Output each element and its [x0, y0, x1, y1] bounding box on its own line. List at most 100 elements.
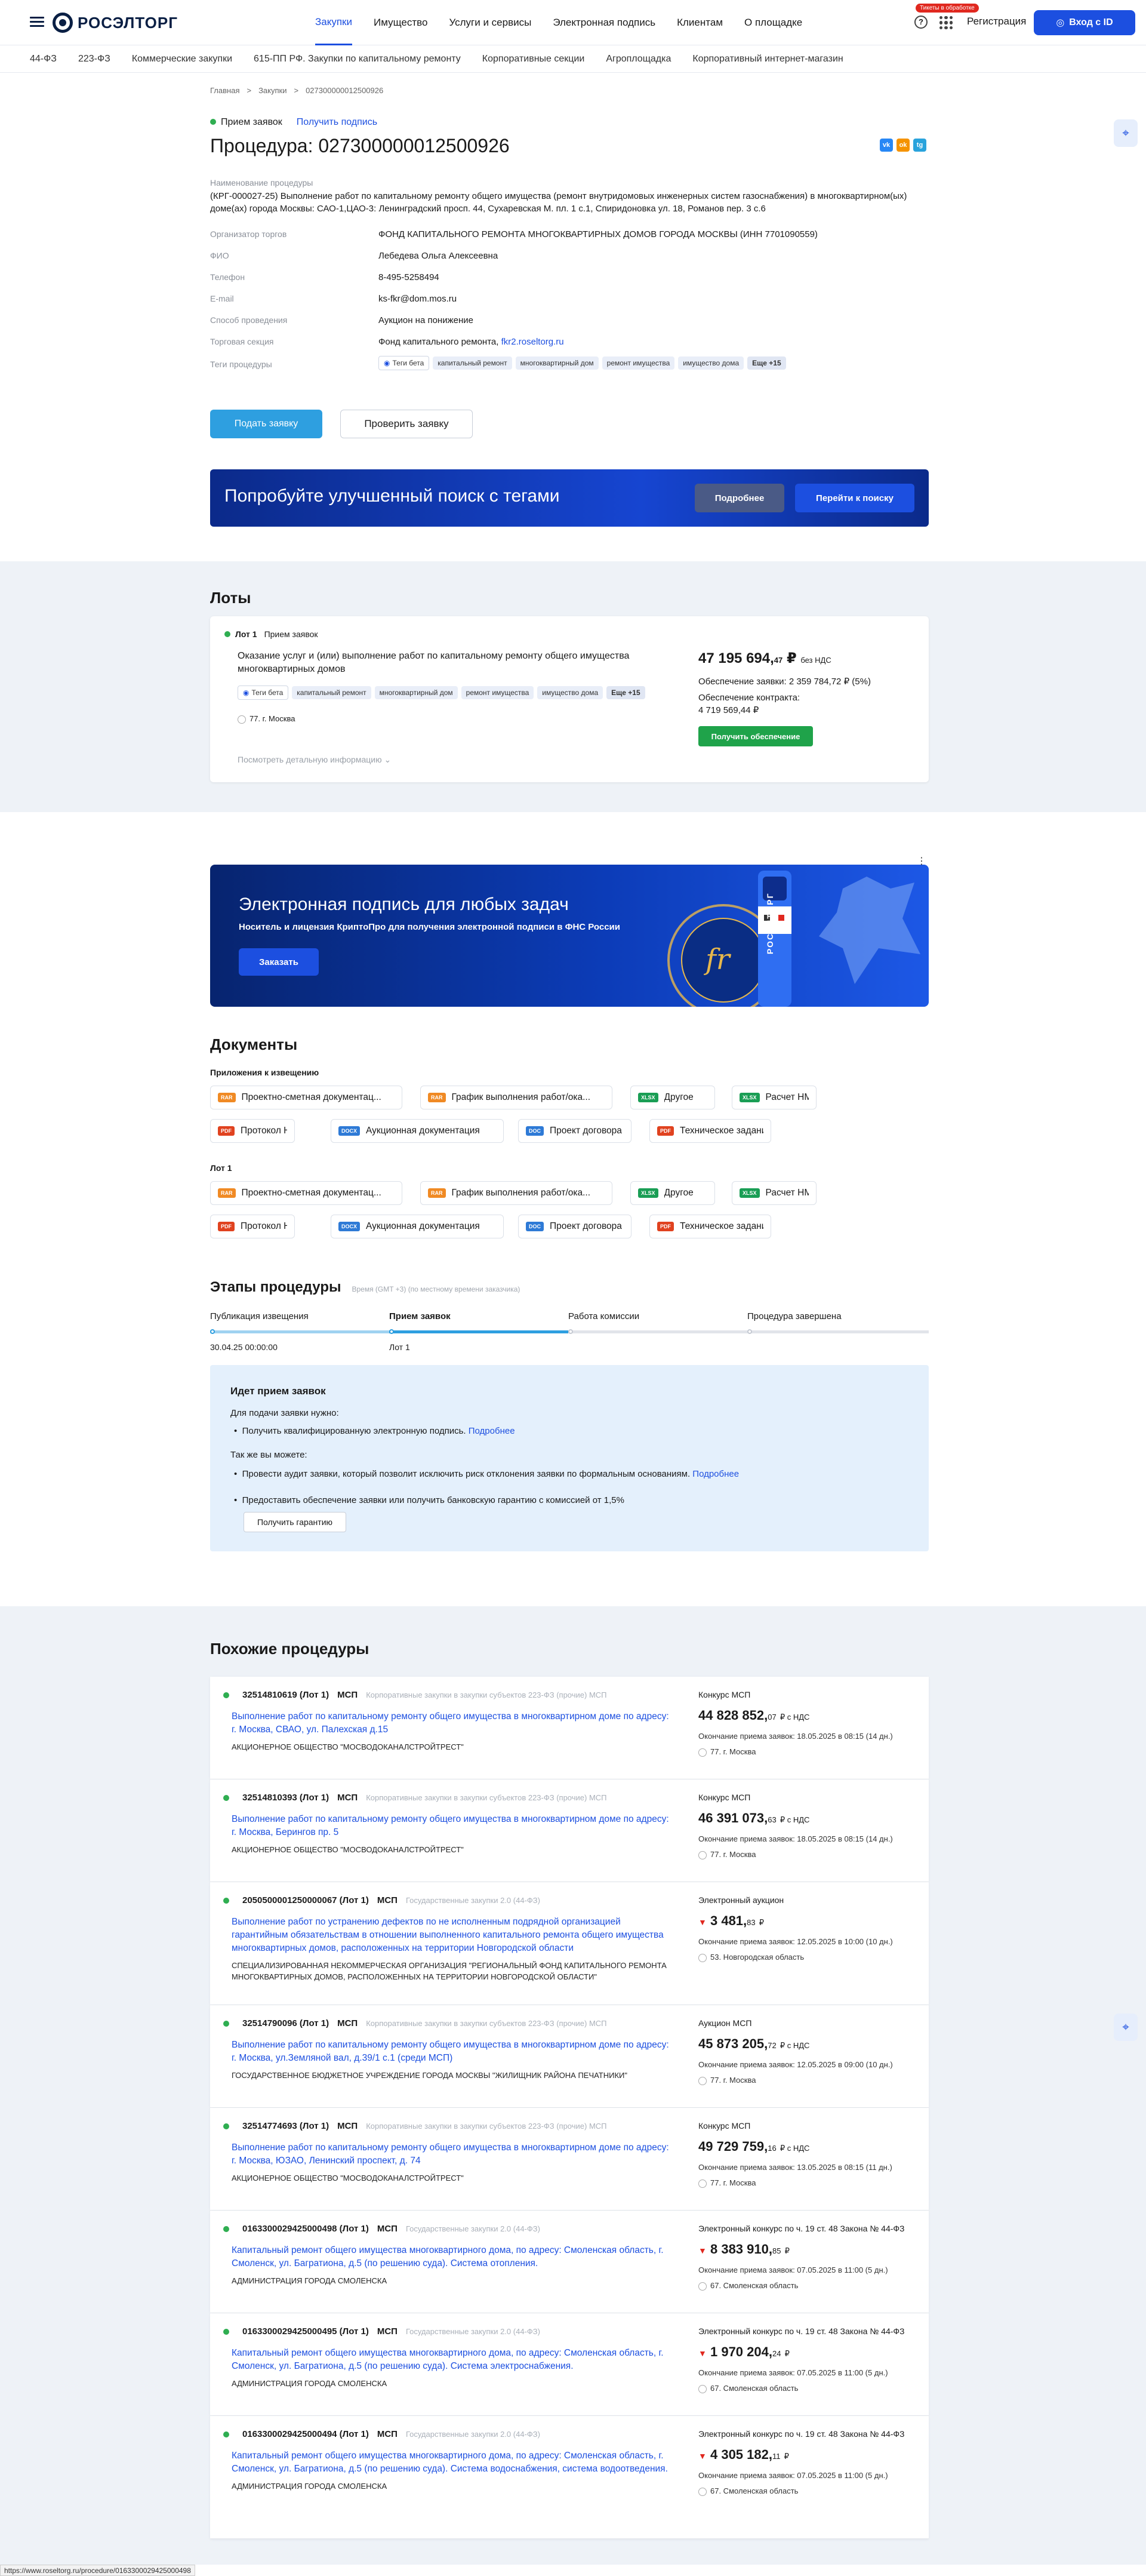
subnav-agro[interactable]: Агроплощадка [606, 54, 671, 64]
document-item[interactable]: DOC Проект договора [518, 1119, 631, 1143]
document-item[interactable]: XLSX Другое [630, 1086, 715, 1109]
crumb-purchases[interactable]: Закупки [258, 86, 286, 95]
document-item[interactable]: PDF Техническое задание [649, 1119, 771, 1143]
crumb-home[interactable]: Главная [210, 86, 239, 95]
procedure-id[interactable]: 0163300029425000494 (Лот 1) [242, 2429, 369, 2439]
procedure-link[interactable]: Капитальный ремонт общего имущества мног… [232, 2449, 673, 2476]
procedure-id[interactable]: 0163300029425000498 (Лот 1) [242, 2224, 369, 2234]
pin-icon [698, 2487, 707, 2496]
tag-item[interactable]: многоквартирный дом [374, 686, 458, 699]
more-options-icon[interactable]: ⋮ [917, 855, 926, 867]
nav-about[interactable]: О площадке [744, 0, 802, 45]
beta-tag[interactable]: ◉ Теги бета [238, 686, 289, 700]
nav-esign[interactable]: Электронная подпись [553, 0, 655, 45]
get-guarantee-button[interactable]: Получить гарантию [244, 1512, 346, 1532]
procedure-id[interactable]: 32514790096 (Лот 1) [242, 2018, 329, 2028]
promo-more-button[interactable]: Подробнее [695, 484, 784, 512]
fio-label: ФИО [210, 251, 229, 260]
organizer: АКЦИОНЕРНОЕ ОБЩЕСТВО "МОСВОДОКАНАЛСТРОЙТ… [232, 1742, 464, 1751]
tag-item[interactable]: капитальный ремонт [292, 686, 371, 699]
nav-clients[interactable]: Клиентам [677, 0, 723, 45]
procedure-link[interactable]: Выполнение работ по устранению дефектов … [232, 1916, 673, 1955]
stage-lot: Лот 1 [389, 1342, 410, 1352]
procedure-price: 49 729 759,16 ₽ с НДС [698, 2139, 810, 2154]
nav-property[interactable]: Имущество [374, 0, 427, 45]
document-name: Проект договора [550, 1221, 622, 1231]
card-head: 0163300029425000495 (Лот 1) МСП Государств… [223, 2326, 540, 2337]
procedure-link[interactable]: Выполнение работ по капитальному ремонту… [232, 2039, 673, 2065]
procedure-link[interactable]: Выполнение работ по капитальному ремонту… [232, 1813, 673, 1839]
subnav-corporate[interactable]: Корпоративные секции [482, 54, 585, 64]
document-item[interactable]: DOCX Аукционная документация [331, 1215, 504, 1238]
nav-purchases[interactable]: Закупки [315, 0, 352, 45]
tag-item[interactable]: ремонт имущества [461, 686, 534, 699]
submit-application-button[interactable]: Подать заявку [210, 410, 322, 438]
procedure-price: 46 391 073,63 ₽ с НДС [698, 1810, 810, 1825]
subnav-shop[interactable]: Корпоративный интернет-магазин [692, 54, 843, 64]
check-application-button[interactable]: Проверить заявку [340, 410, 473, 438]
file-type-badge: DOCX [338, 1222, 361, 1231]
tags-more[interactable]: Еще +15 [606, 686, 645, 699]
info-more-link[interactable]: Подробнее [692, 1469, 739, 1479]
procedure-link[interactable]: Капитальный ремонт общего имущества мног… [232, 2347, 673, 2373]
beta-tag[interactable]: ◉ Теги бета [378, 356, 430, 370]
help-icon[interactable]: ? [914, 16, 928, 29]
esign-banner: Электронная подпись для любых задач Носи… [210, 865, 929, 1007]
tags-more[interactable]: Еще +15 [747, 356, 786, 370]
procedure-tags: ◉ Теги бета капитальный ремонт многокварт… [378, 356, 786, 370]
tag-item[interactable]: ремонт имущества [602, 356, 675, 370]
menu-icon[interactable] [30, 17, 44, 27]
document-item[interactable]: DOCX Аукционная документация [331, 1119, 504, 1143]
subnav-44fz[interactable]: 44-ФЗ [30, 54, 57, 64]
procedure-id[interactable]: 32514774693 (Лот 1) [242, 2121, 329, 2131]
section-link[interactable]: fkr2.roseltorg.ru [501, 337, 564, 347]
stage-publication: Публикация извещения [210, 1311, 309, 1321]
document-item[interactable]: PDF Протокол НМЦ [210, 1119, 295, 1143]
procedure-id[interactable]: 0163300029425000495 (Лот 1) [242, 2326, 369, 2337]
location-side-icon[interactable]: ⌖ [1114, 2014, 1138, 2041]
procedure-link[interactable]: Выполнение работ по капитальному ремонту… [232, 2141, 673, 2168]
subnav-223fz[interactable]: 223-ФЗ [78, 54, 110, 64]
document-item[interactable]: PDF Протокол НМЦ [210, 1215, 295, 1238]
location-side-icon[interactable]: ⌖ [1114, 119, 1138, 147]
lot-details-link[interactable]: Посмотреть детальную информацию ⌄ [238, 755, 391, 765]
contract-security-value: 4 719 569,44 ₽ [698, 705, 759, 715]
get-security-button[interactable]: Получить обеспечение [698, 726, 813, 746]
document-item[interactable]: PDF Техническое задание [649, 1215, 771, 1238]
ok-icon[interactable]: ok [897, 139, 910, 152]
procedure-id[interactable]: 32514810393 (Лот 1) [242, 1793, 329, 1803]
register-link[interactable]: Регистрация [967, 16, 1026, 27]
procedure-id[interactable]: 32514810619 (Лот 1) [242, 1690, 329, 1700]
tag-item[interactable]: капитальный ремонт [433, 356, 512, 370]
tag-item[interactable]: имущество дома [537, 686, 603, 699]
logo[interactable]: РОСЭЛТОРГ [53, 12, 178, 33]
document-item[interactable]: RAR Проектно-сметная документац... [210, 1181, 402, 1205]
promo-go-button[interactable]: Перейти к поиску [795, 484, 914, 512]
order-esign-button[interactable]: Заказать [239, 948, 319, 976]
pin-icon [698, 2384, 707, 2393]
region: 53. Новгородская область [698, 1953, 804, 1962]
procedure-link[interactable]: Выполнение работ по капитальному ремонту… [232, 1710, 673, 1736]
document-item[interactable]: XLSX Расчет НМЦ [732, 1181, 817, 1205]
procedure-link[interactable]: Капитальный ремонт общего имущества мног… [232, 2244, 673, 2270]
nav-services[interactable]: Услуги и сервисы [449, 0, 531, 45]
subnav-commercial[interactable]: Коммерческие закупки [132, 54, 232, 64]
tag-item[interactable]: имущество дома [678, 356, 744, 370]
document-item[interactable]: RAR График выполнения работ/ока... [420, 1181, 612, 1205]
tag-item[interactable]: многоквартирный дом [515, 356, 599, 370]
document-item[interactable]: RAR Проектно-сметная документац... [210, 1086, 402, 1109]
apps-grid-icon[interactable] [939, 16, 953, 29]
document-item[interactable]: XLSX Другое [630, 1181, 715, 1205]
vk-icon[interactable]: vk [880, 139, 893, 152]
procedure-id[interactable]: 2050500001250000067 (Лот 1) [242, 1895, 369, 1905]
subnav-615pp[interactable]: 615-ПП РФ. Закупки по капитальному ремон… [254, 54, 461, 64]
tag-icon: ◉ [243, 688, 249, 697]
info-more-link[interactable]: Подробнее [469, 1426, 515, 1436]
get-signature-link[interactable]: Получить подпись [297, 117, 377, 128]
document-item[interactable]: RAR График выполнения работ/ока... [420, 1086, 612, 1109]
document-item[interactable]: DOC Проект договора [518, 1215, 631, 1238]
telegram-icon[interactable]: tg [913, 139, 926, 152]
contract-security-label: Обеспечение контракта: [698, 693, 800, 703]
login-button[interactable]: ◎ Вход с ID [1034, 10, 1135, 35]
document-item[interactable]: XLSX Расчет НМЦ [732, 1086, 817, 1109]
